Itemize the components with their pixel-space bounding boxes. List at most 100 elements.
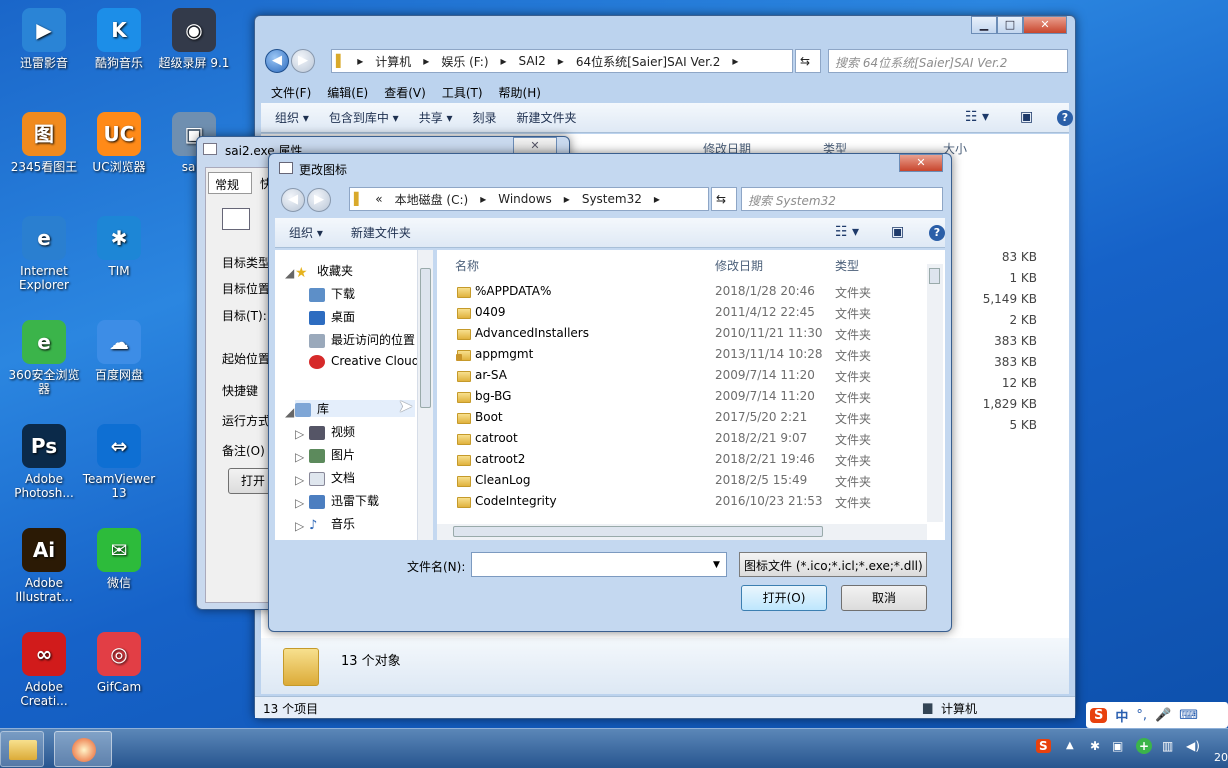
- breadcrumb-item[interactable]: 计算机: [375, 53, 411, 70]
- file-row[interactable]: appmgmt 2013/11/14 10:28 文件夹: [437, 347, 927, 368]
- horizontal-scrollbar[interactable]: [437, 524, 927, 540]
- new-folder-button[interactable]: 新建文件夹: [517, 109, 577, 126]
- ime-punct[interactable]: °,: [1136, 708, 1147, 723]
- search-input[interactable]: 搜索 64位系统[Saier]SAI Ver.2: [828, 49, 1068, 73]
- dialog-close-button[interactable]: ✕: [899, 154, 943, 172]
- tree-libraries[interactable]: 库: [295, 400, 415, 417]
- dialog-address-bar[interactable]: ▌ « 本地磁盘 (C:) ▸ Windows ▸ System32 ▸: [349, 187, 709, 211]
- tree-creative-cloud[interactable]: Creative Cloud: [309, 354, 419, 369]
- tree-scrollbar[interactable]: [417, 250, 433, 540]
- sogou-icon[interactable]: S: [1090, 707, 1108, 723]
- breadcrumb-item[interactable]: System32: [582, 192, 642, 206]
- column-type[interactable]: 类型: [835, 257, 859, 274]
- tree-music[interactable]: ♪ 音乐: [309, 515, 355, 533]
- filename-dropdown-icon[interactable]: ▼: [713, 560, 720, 570]
- tree-documents[interactable]: 文档: [309, 469, 355, 486]
- desktop-icon[interactable]: ✉ 微信: [79, 528, 159, 590]
- desktop-icon[interactable]: ◉ 超级录屏 9.1: [154, 8, 234, 70]
- breadcrumb-item[interactable]: Windows: [498, 192, 552, 206]
- desktop-icon[interactable]: ▶ 迅雷影音: [4, 8, 84, 70]
- tree-videos[interactable]: 视频: [309, 423, 355, 440]
- scroll-thumb[interactable]: [929, 268, 940, 284]
- help-icon[interactable]: ?: [1057, 110, 1073, 126]
- cancel-button[interactable]: 取消: [841, 585, 927, 611]
- column-date[interactable]: 修改日期: [715, 257, 763, 274]
- tab-general[interactable]: 常规: [208, 172, 252, 194]
- menu-edit[interactable]: 编辑(E): [327, 84, 368, 101]
- file-row[interactable]: Boot 2017/5/20 2:21 文件夹: [437, 410, 927, 431]
- desktop-icon[interactable]: e Internet Explorer: [4, 216, 84, 292]
- ime-voice-icon[interactable]: 🎤: [1155, 708, 1171, 723]
- vertical-scrollbar[interactable]: [927, 264, 943, 522]
- view-options-icon[interactable]: ☷ ▾: [965, 109, 989, 125]
- burn-button[interactable]: 刻录: [473, 109, 497, 126]
- desktop-icon[interactable]: 图 2345看图王: [4, 112, 84, 174]
- tree-downloads[interactable]: 下载: [309, 285, 355, 302]
- dialog-back-button[interactable]: ◀: [281, 188, 305, 212]
- desktop-icon[interactable]: ✱ TIM: [79, 216, 159, 278]
- file-type-select[interactable]: 图标文件 (*.ico;*.icl;*.exe;*.dll): [739, 552, 927, 577]
- preview-pane-icon[interactable]: ▣: [1020, 109, 1033, 125]
- share-button[interactable]: 共享 ▾: [419, 109, 453, 126]
- dialog-refresh-button[interactable]: ⇆: [711, 187, 737, 211]
- ime-keyboard-icon[interactable]: ⌨: [1179, 708, 1198, 723]
- dialog-new-folder-button[interactable]: 新建文件夹: [351, 224, 411, 241]
- dialog-organize-button[interactable]: 组织 ▾: [289, 224, 323, 241]
- desktop-icon[interactable]: ⇔ TeamViewer 13: [79, 424, 159, 500]
- open-button[interactable]: 打开(O): [741, 585, 827, 611]
- hscroll-thumb[interactable]: [453, 526, 823, 537]
- dialog-search-input[interactable]: 搜索 System32: [741, 187, 943, 211]
- menu-file[interactable]: 文件(F): [271, 84, 311, 101]
- maximize-button[interactable]: □: [997, 16, 1023, 34]
- file-row[interactable]: catroot 2018/2/21 9:07 文件夹: [437, 431, 927, 452]
- menu-view[interactable]: 查看(V): [384, 84, 426, 101]
- tray-360-icon[interactable]: +: [1136, 738, 1152, 754]
- file-row[interactable]: CodeIntegrity 2016/10/23 21:53 文件夹: [437, 494, 927, 515]
- desktop-icon[interactable]: e 360安全浏览器: [4, 320, 84, 396]
- close-button[interactable]: ✕: [1023, 16, 1067, 34]
- tree-thunder-downloads[interactable]: 迅雷下载: [309, 492, 379, 509]
- desktop-icon[interactable]: UC UC浏览器: [79, 112, 159, 174]
- breadcrumb-item[interactable]: 娱乐 (F:): [441, 53, 488, 70]
- tray-expand-icon[interactable]: ▲: [1066, 740, 1074, 751]
- column-name[interactable]: 名称: [455, 257, 479, 274]
- menu-tools[interactable]: 工具(T): [442, 84, 483, 101]
- address-bar[interactable]: ▌ ▸ 计算机 ▸ 娱乐 (F:) ▸ SAI2 ▸ 64位系统[Saier]SAI …: [331, 49, 793, 73]
- back-button[interactable]: ◀: [265, 49, 289, 73]
- file-row[interactable]: ar-SA 2009/7/14 11:20 文件夹: [437, 368, 927, 389]
- file-row[interactable]: catroot2 2018/2/21 19:46 文件夹: [437, 452, 927, 473]
- desktop-icon[interactable]: Ai Adobe Illustrat...: [4, 528, 84, 604]
- desktop-icon[interactable]: K 酷狗音乐: [79, 8, 159, 70]
- refresh-button[interactable]: ⇆: [795, 49, 821, 73]
- desktop-icon[interactable]: ☁ 百度网盘: [79, 320, 159, 382]
- tree-favorites[interactable]: ★ 收藏夹: [295, 262, 353, 281]
- menu-help[interactable]: 帮助(H): [499, 84, 541, 101]
- view-options-icon[interactable]: ☷ ▾: [835, 224, 859, 240]
- tree-recent[interactable]: 最近访问的位置: [309, 331, 415, 348]
- file-row[interactable]: 0409 2011/4/12 22:45 文件夹: [437, 305, 927, 326]
- file-row[interactable]: %APPDATA% 2018/1/28 20:46 文件夹: [437, 284, 927, 305]
- help-icon[interactable]: ?: [929, 225, 945, 241]
- tray-volume-icon[interactable]: ◀): [1186, 739, 1200, 753]
- forward-button[interactable]: ▶: [291, 49, 315, 73]
- tray-sogou-icon[interactable]: S: [1036, 739, 1051, 753]
- minimize-button[interactable]: ▁: [971, 16, 997, 34]
- include-library-button[interactable]: 包含到库中 ▾: [329, 109, 399, 126]
- breadcrumb-item[interactable]: 本地磁盘 (C:): [395, 191, 469, 208]
- preview-pane-icon[interactable]: ▣: [891, 224, 904, 240]
- filename-input[interactable]: [471, 552, 727, 577]
- breadcrumb-item[interactable]: 64位系统[Saier]SAI Ver.2: [576, 53, 721, 70]
- desktop-icon[interactable]: ∞ Adobe Creati...: [4, 632, 84, 708]
- tree-pictures[interactable]: 图片: [309, 446, 355, 463]
- tray-bluetooth-icon[interactable]: ✱: [1090, 739, 1100, 753]
- taskbar-app-button[interactable]: [54, 731, 112, 767]
- tree-desktop[interactable]: 桌面: [309, 308, 355, 325]
- file-row[interactable]: CleanLog 2018/2/5 15:49 文件夹: [437, 473, 927, 494]
- breadcrumb-item[interactable]: SAI2: [519, 54, 546, 68]
- tray-network-icon[interactable]: ▥: [1162, 739, 1173, 753]
- desktop-icon[interactable]: ◎ GifCam: [79, 632, 159, 694]
- taskbar-explorer-button[interactable]: [0, 731, 44, 767]
- ime-chinese[interactable]: 中: [1115, 706, 1128, 725]
- organize-button[interactable]: 组织 ▾: [275, 109, 309, 126]
- dialog-forward-button[interactable]: ▶: [307, 188, 331, 212]
